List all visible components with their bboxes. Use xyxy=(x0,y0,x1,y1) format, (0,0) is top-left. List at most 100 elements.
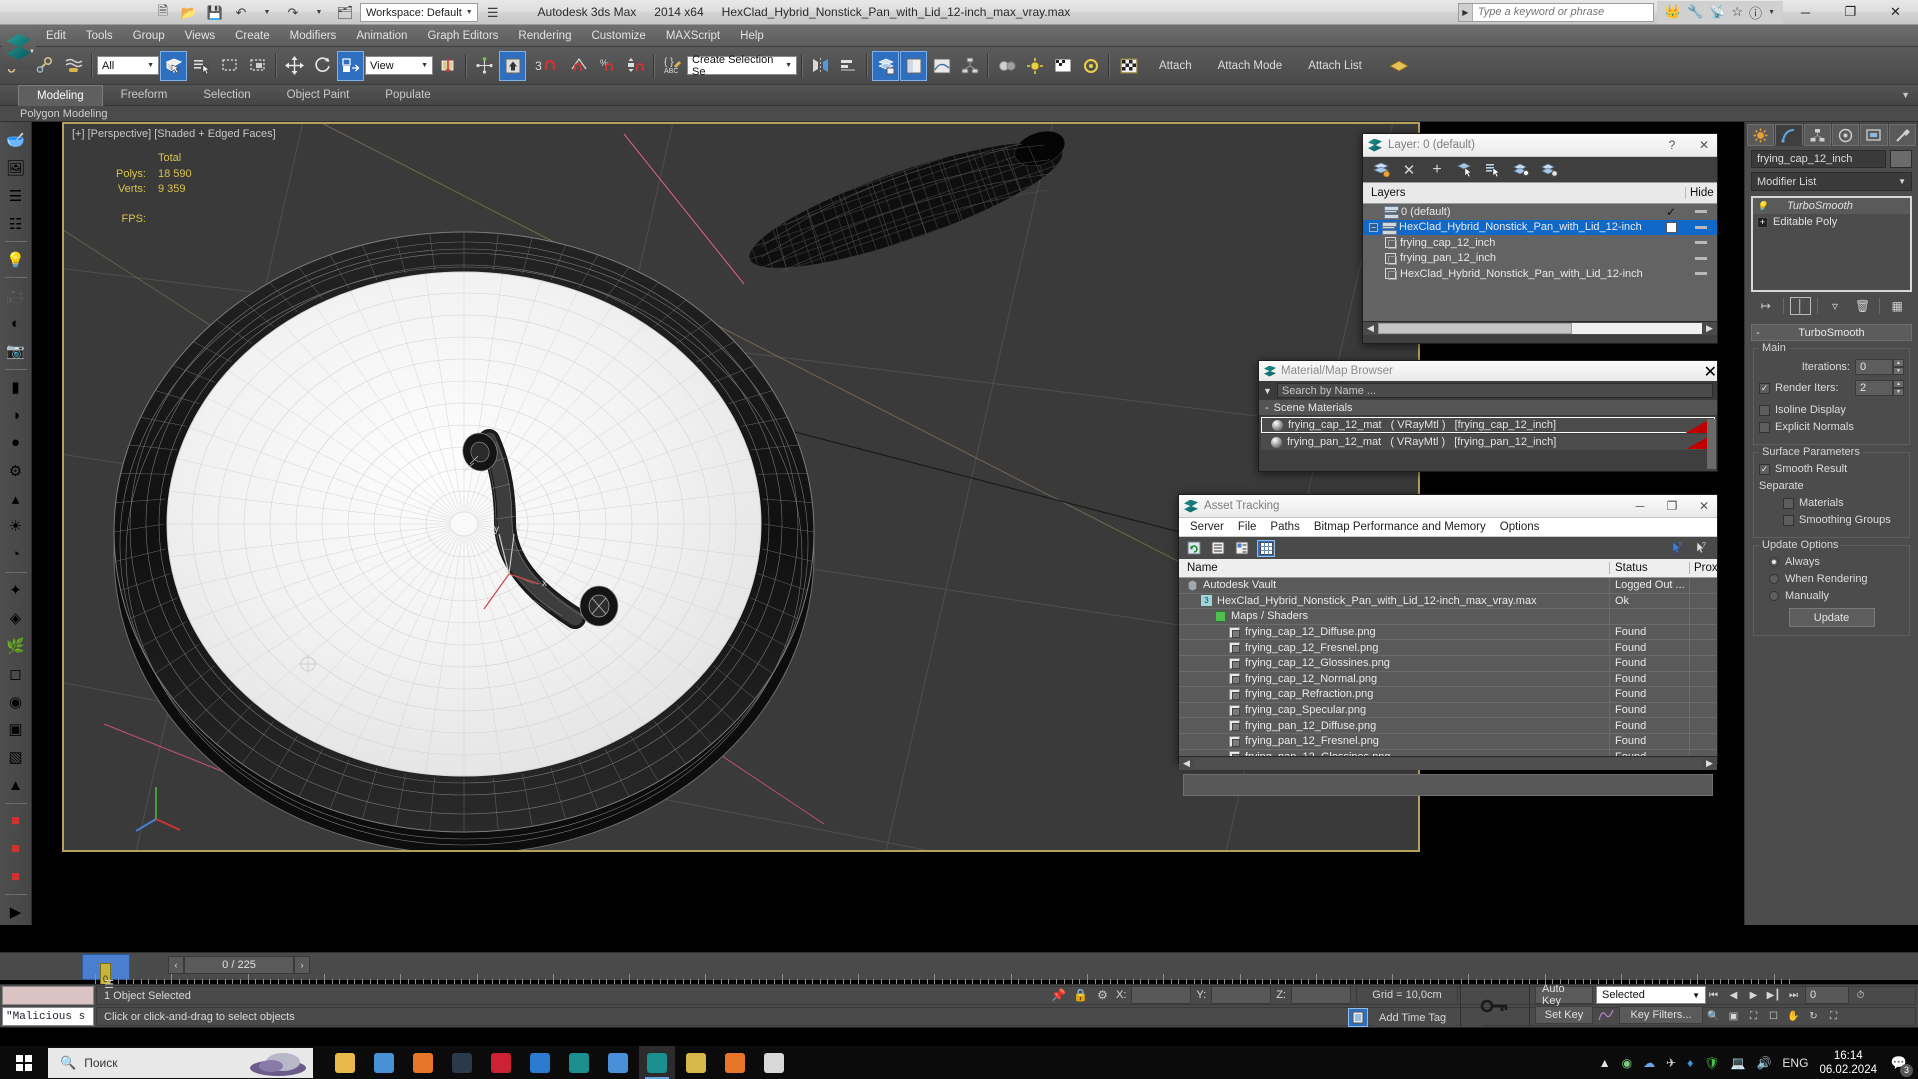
asset-tracking-maximize-button[interactable]: ❐ xyxy=(1659,495,1685,517)
y-coordinate-field[interactable] xyxy=(1211,986,1272,1004)
open-file-icon[interactable]: 📂 xyxy=(178,2,200,23)
search-dropdown-arrow[interactable]: ▶ xyxy=(1458,3,1473,21)
layer-hide-cell[interactable] xyxy=(1685,272,1717,276)
refresh-icon[interactable] xyxy=(1185,540,1203,557)
set-project-folder-icon[interactable]: 🗂 xyxy=(334,2,356,23)
layer-row[interactable]: 0 (default) ✓ xyxy=(1363,204,1717,220)
turbosmooth-rollout-header[interactable]: - TurboSmooth xyxy=(1751,324,1912,341)
taskbar-app-chrome2-icon[interactable] xyxy=(600,1046,636,1079)
help-pointer-icon[interactable]: ? xyxy=(1669,540,1687,557)
key-mode-chevron-down-icon[interactable]: ▼ xyxy=(1687,991,1705,1000)
viewport-label[interactable]: [+] [Perspective] [Shaded + Edged Faces] xyxy=(72,128,276,140)
taskbar-app-note-icon[interactable] xyxy=(756,1046,792,1079)
vray-sphere-icon[interactable]: ◉ xyxy=(3,689,29,714)
schematic-view-icon[interactable] xyxy=(956,51,983,81)
asset-table-row[interactable]: frying_cap_Refraction.png Found xyxy=(1179,687,1717,703)
menu-item-animation[interactable]: Animation xyxy=(346,28,417,44)
object-name-input[interactable]: frying_cap_12_inch xyxy=(1751,150,1886,168)
render-window-icon[interactable]: 🖼 xyxy=(3,156,29,181)
render-iters-value[interactable]: 2 xyxy=(1855,380,1893,396)
tab-utilities[interactable] xyxy=(1888,124,1916,146)
highlight-selected-objects-icon[interactable] xyxy=(1511,160,1531,180)
scene-materials-group-header[interactable]: - Scene Materials xyxy=(1259,400,1717,416)
update-option-row[interactable]: Manually xyxy=(1759,590,1904,602)
selection-lock-pin-icon[interactable]: 📌 xyxy=(1050,987,1067,1004)
application-menu-button[interactable]: ▼ xyxy=(2,25,36,69)
layer-scroll-thumb[interactable] xyxy=(1378,323,1573,334)
x-coordinate-field[interactable] xyxy=(1131,986,1192,1004)
wrench-icon[interactable]: 🔧 xyxy=(1687,4,1703,20)
asset-tracking-minimize-button[interactable]: ─ xyxy=(1627,495,1653,517)
modifier-list-chevron-down-icon[interactable]: ▼ xyxy=(1893,177,1911,186)
select-object-icon[interactable] xyxy=(160,50,187,81)
menu-item-customize[interactable]: Customize xyxy=(581,28,655,44)
absolute-relative-mode-icon[interactable]: ⚙ xyxy=(1094,987,1111,1004)
next-frame-icon[interactable]: ▶┃ xyxy=(1765,987,1782,1004)
reference-coordinate-chevron-down-icon[interactable]: ▼ xyxy=(417,62,432,69)
reference-coordinate-combo[interactable]: View ▼ xyxy=(365,56,433,75)
camera-shadow-icon[interactable]: ◐ xyxy=(3,311,29,336)
asset-proxy-column-header[interactable]: Prox xyxy=(1690,562,1718,574)
star-icon[interactable]: ☆ xyxy=(1731,4,1743,20)
taskbar-app-3dsmax-icon[interactable] xyxy=(561,1046,597,1079)
asset-scroll-track[interactable] xyxy=(1194,758,1702,769)
tab-display[interactable] xyxy=(1860,124,1888,146)
nvidia-icon[interactable]: ◉ xyxy=(1622,1056,1632,1070)
zoom-all-icon[interactable]: ▣ xyxy=(1725,1008,1742,1025)
teapot-wire-icon[interactable]: ⚙ xyxy=(3,458,29,483)
menu-item-group[interactable]: Group xyxy=(123,28,175,44)
render-setup-panel-icon[interactable]: ☰ xyxy=(3,184,29,209)
current-frame-display[interactable]: 0 / 225 xyxy=(184,956,294,974)
snap-toggle-icon[interactable] xyxy=(471,51,498,81)
asset-tracking-dialog[interactable]: Asset Tracking ─ ❐ ✕ Server File Paths Bitm… xyxy=(1178,494,1718,796)
security-shield-icon[interactable]: 🛡 xyxy=(1704,1056,1719,1070)
taskbar-app-opera-icon[interactable] xyxy=(483,1046,519,1079)
asset-name-column-header[interactable]: Name xyxy=(1179,562,1610,574)
prev-frame-button[interactable]: ‹ xyxy=(168,956,184,974)
filter-funnel-icon[interactable]: ▼ xyxy=(1263,386,1272,396)
modifier-expand-icon[interactable]: + xyxy=(1757,216,1768,228)
asset-menu-file[interactable]: File xyxy=(1231,519,1264,535)
named-selection-chevron-down-icon[interactable]: ▼ xyxy=(781,62,796,69)
redo-icon[interactable]: ↷ xyxy=(282,2,304,23)
render-production-icon[interactable] xyxy=(1077,51,1104,81)
taskbar-app-vlc-icon[interactable] xyxy=(717,1046,753,1079)
asset-menu-server[interactable]: Server xyxy=(1183,519,1231,535)
asset-table-row[interactable]: frying_cap_Specular.png Found xyxy=(1179,702,1717,719)
bluetooth-icon[interactable]: ♦ xyxy=(1687,1056,1693,1070)
vray-fur-icon[interactable]: 🌿 xyxy=(3,633,29,658)
object-color-swatch[interactable] xyxy=(1890,150,1912,168)
context-help-icon[interactable]: ? xyxy=(1693,540,1711,557)
modifier-stack-item[interactable]: 💡 TurboSmooth xyxy=(1753,198,1910,214)
taskbar-app-steam-icon[interactable] xyxy=(444,1046,480,1079)
smooth-result-row[interactable]: ✓ Smooth Result xyxy=(1759,463,1904,475)
taskbar-app-file-explorer-icon[interactable] xyxy=(327,1046,363,1079)
layer-dialog-help-button[interactable]: ? xyxy=(1659,134,1685,156)
help-dropdown-arrow[interactable]: ▼ xyxy=(1768,9,1775,16)
asset-menu-options[interactable]: Options xyxy=(1493,519,1547,535)
layer-list[interactable]: 0 (default) ✓ − HexClad_Hybrid_Nonstick_Pan… xyxy=(1363,204,1717,321)
layer-scroll-track[interactable] xyxy=(1378,323,1702,334)
layer-row[interactable]: frying_pan_12_inch xyxy=(1363,251,1717,267)
select-and-move-icon[interactable] xyxy=(281,51,308,81)
asset-menu-paths[interactable]: Paths xyxy=(1263,519,1306,535)
modifier-stack-list[interactable]: 💡 TurboSmooth + Editable Poly xyxy=(1751,196,1912,292)
explicit-normals-checkbox[interactable] xyxy=(1759,421,1770,433)
leftbar-expand-icon[interactable]: ▶ xyxy=(3,900,29,925)
search-input[interactable] xyxy=(1472,3,1653,21)
layer-hide-cell[interactable] xyxy=(1685,241,1717,245)
minimize-button[interactable]: ─ xyxy=(1783,0,1828,25)
new-file-icon[interactable]: 🗎 xyxy=(152,2,174,23)
render-setup-icon[interactable] xyxy=(1021,51,1048,81)
menu-item-rendering[interactable]: Rendering xyxy=(508,28,581,44)
ribbon-attach-checker-icon[interactable] xyxy=(1114,51,1144,81)
spinner-updown-icon[interactable] xyxy=(622,51,649,81)
sun-light-icon[interactable]: ☀ xyxy=(3,514,29,539)
maxscript-mini-listener-output[interactable] xyxy=(2,986,94,1005)
physical-camera-icon[interactable]: 📷 xyxy=(3,339,29,364)
asset-scroll-left-icon[interactable]: ◀ xyxy=(1179,758,1194,769)
asset-menu-bitmap-performance-and-memory[interactable]: Bitmap Performance and Memory xyxy=(1307,519,1493,535)
bind-to-space-warp-icon[interactable] xyxy=(60,51,87,81)
layer-properties-icon[interactable] xyxy=(1539,160,1559,180)
goto-start-icon[interactable]: ⏮ xyxy=(1705,987,1722,1004)
